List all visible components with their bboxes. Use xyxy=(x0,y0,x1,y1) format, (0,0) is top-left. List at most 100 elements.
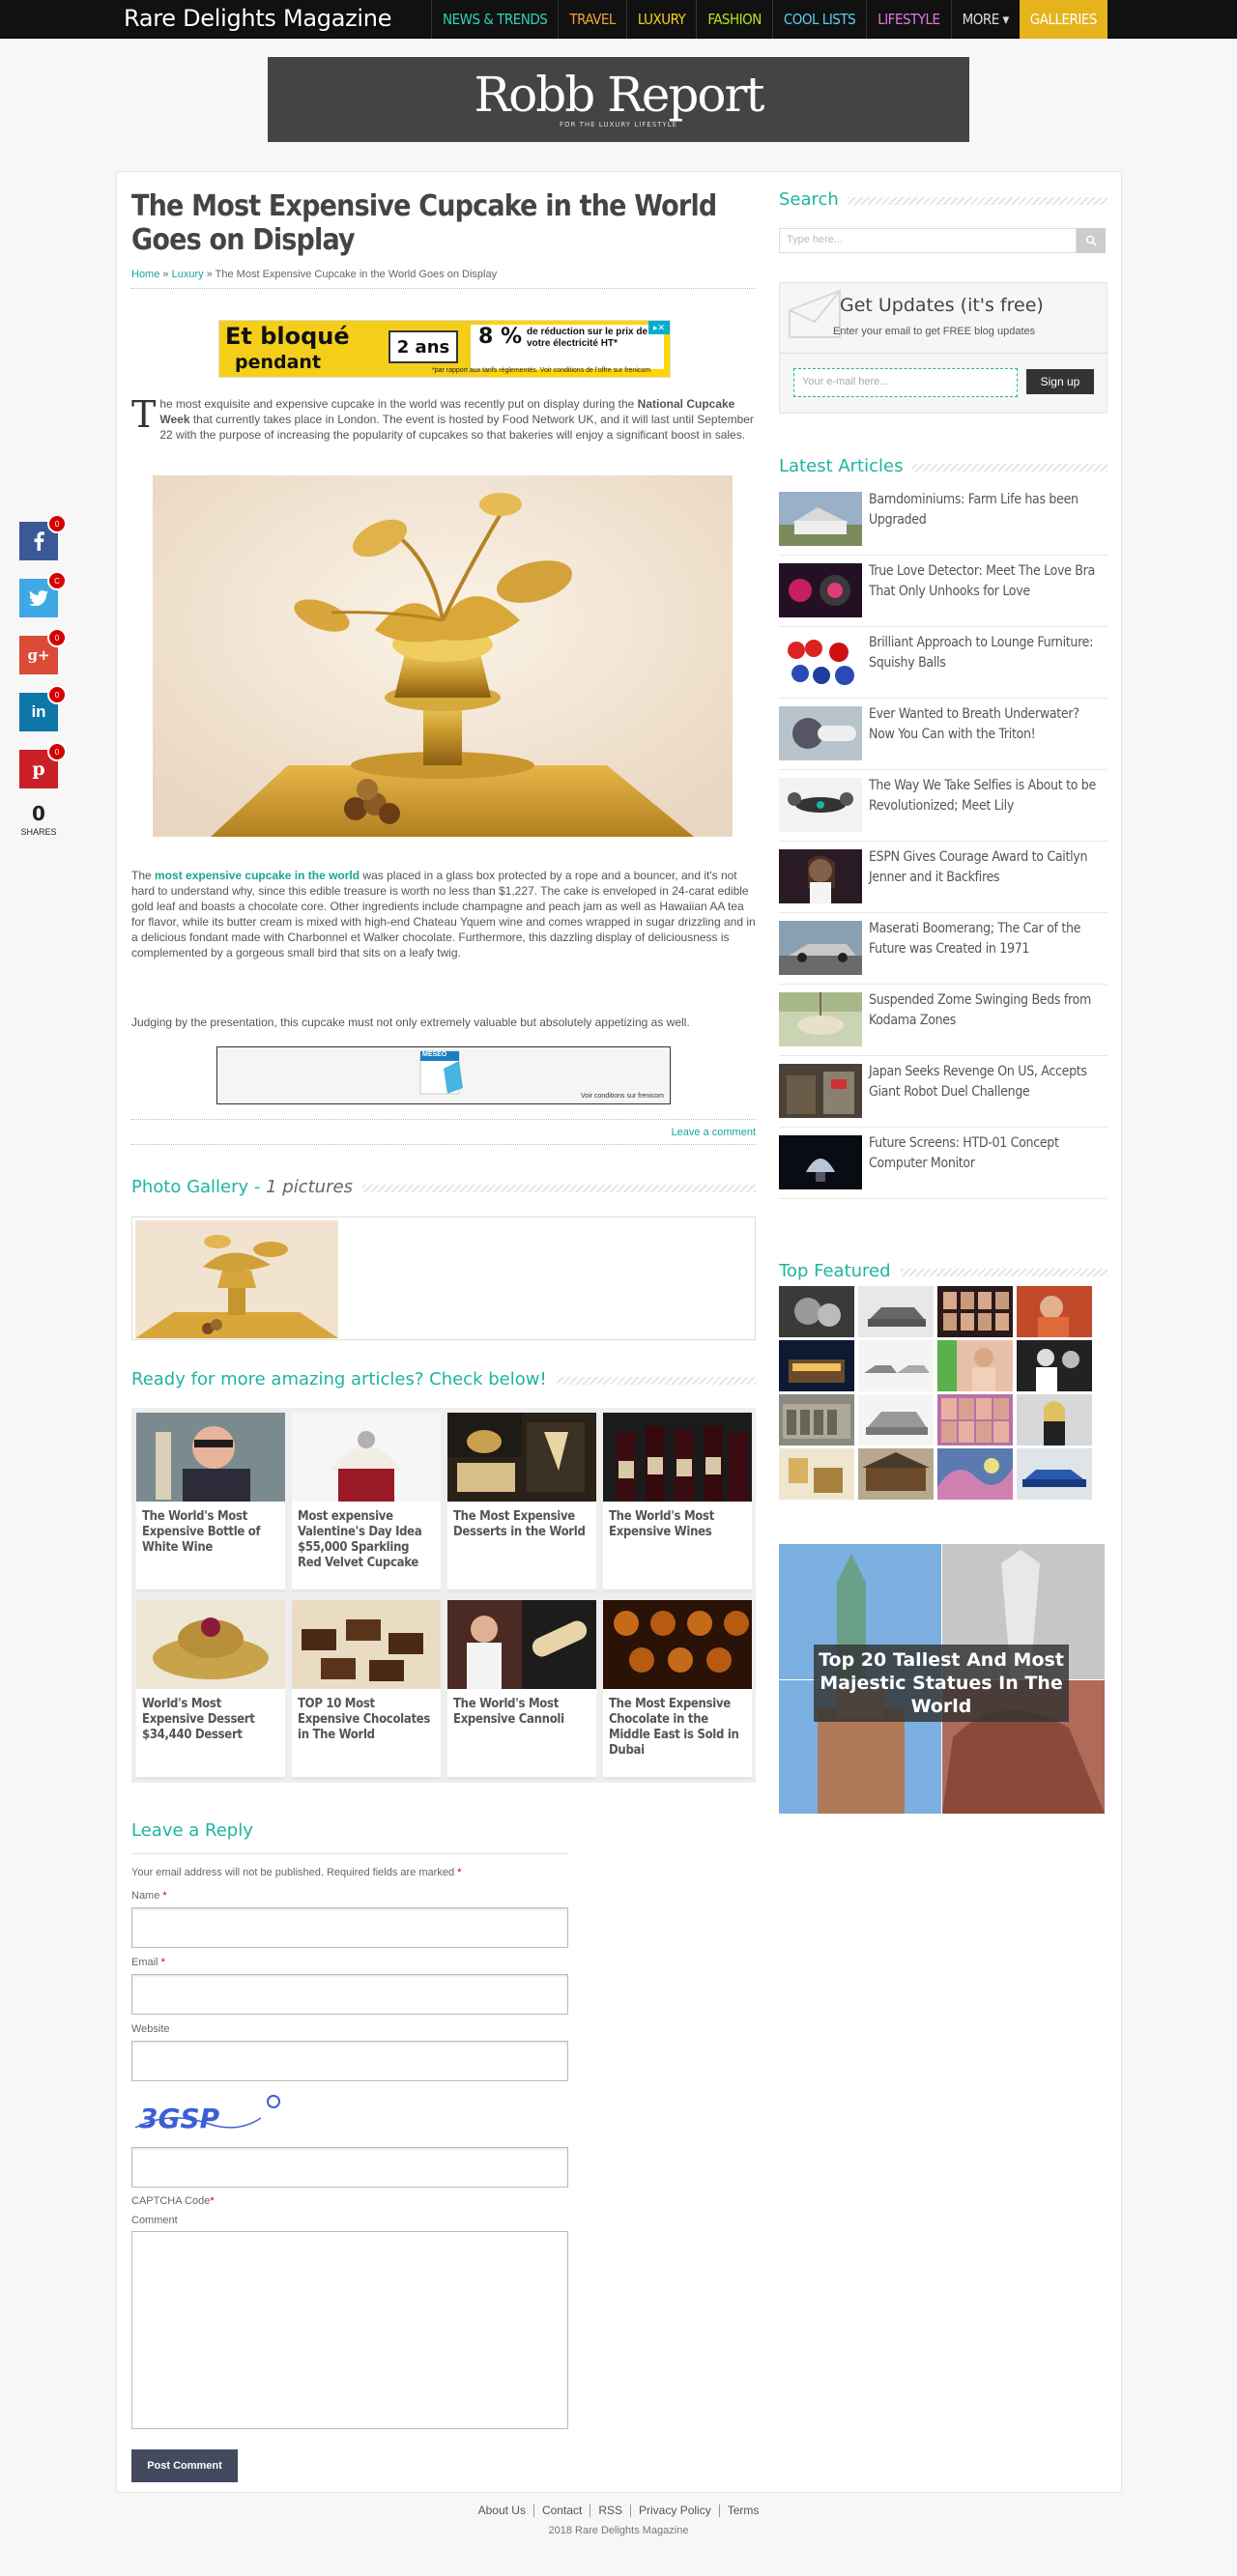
related-image-white-wine xyxy=(136,1413,285,1502)
featured-thumb[interactable] xyxy=(1017,1286,1092,1337)
footer-contact-link[interactable]: Contact xyxy=(534,2504,591,2517)
latest-article-item[interactable]: ESPN Gives Courage Award to Caitlyn Jenn… xyxy=(779,842,1108,913)
p2-text-a: The xyxy=(131,869,156,882)
latest-article-item[interactable]: The Way We Take Selfies is About to be R… xyxy=(779,770,1108,842)
comment-textarea[interactable] xyxy=(131,2231,568,2429)
related-articles-heading: Ready for more amazing articles? Check b… xyxy=(131,1369,756,1392)
envelope-icon xyxy=(789,289,841,338)
advertisement-top[interactable]: Et bloqué pendant 2 ans 8 % de réduction… xyxy=(218,320,671,378)
related-card[interactable]: The Most Expensive Chocolate in the Midd… xyxy=(603,1600,752,1780)
latest-article-title: Maserati Boomerang; The Car of the Futur… xyxy=(869,921,1081,957)
gallery-thumbnail[interactable] xyxy=(135,1220,338,1338)
article-intro: The most exquisite and expensive cupcake… xyxy=(131,396,756,443)
p2-text-b: was placed in a glass box protected by a… xyxy=(131,869,756,959)
email-field[interactable] xyxy=(131,1974,568,2015)
related-card[interactable]: TOP 10 Most Expensive Chocolates in The … xyxy=(292,1600,441,1780)
featured-thumb[interactable] xyxy=(937,1448,1013,1500)
name-field[interactable] xyxy=(131,1907,568,1948)
featured-thumb[interactable] xyxy=(858,1448,934,1500)
featured-thumb[interactable] xyxy=(858,1286,934,1337)
latest-article-title: Brilliant Approach to Lounge Furniture: … xyxy=(869,635,1094,671)
nav-item-fashion[interactable]: FASHION xyxy=(696,0,772,39)
latest-article-item[interactable]: Suspended Zome Swinging Beds from Kodama… xyxy=(779,985,1108,1056)
latest-article-item[interactable]: True Love Detector: Meet The Love Bra Th… xyxy=(779,556,1108,627)
footer-about-link[interactable]: About Us xyxy=(471,2504,534,2517)
footer-rss-link[interactable]: RSS xyxy=(590,2504,632,2517)
latest-article-title: The Way We Take Selfies is About to be R… xyxy=(869,778,1096,814)
featured-thumb[interactable] xyxy=(937,1286,1013,1337)
captcha-label-text: CAPTCHA Code xyxy=(131,2195,211,2207)
nav-item-luxury[interactable]: LUXURY xyxy=(625,0,696,39)
latest-article-item[interactable]: Future Screens: HTD-01 Concept Computer … xyxy=(779,1128,1108,1199)
featured-thumb[interactable] xyxy=(858,1340,934,1391)
captcha-field[interactable] xyxy=(131,2147,568,2188)
content-container: The Most Expensive Cupcake in the World … xyxy=(116,171,1122,2493)
sign-up-button[interactable]: Sign up xyxy=(1026,369,1094,394)
related-card[interactable]: The Most Expensive Desserts in the World xyxy=(447,1413,596,1592)
reply-note-text: Your email address will not be published… xyxy=(131,1867,458,1878)
latest-article-item[interactable]: Brilliant Approach to Lounge Furniture: … xyxy=(779,627,1108,699)
featured-thumb[interactable] xyxy=(858,1394,934,1445)
footer-copyright: 2018 Rare Delights Magazine xyxy=(548,2525,689,2536)
featured-thumb[interactable] xyxy=(779,1340,854,1391)
leave-comment-link[interactable]: Leave a comment xyxy=(672,1127,756,1138)
robb-report-banner[interactable]: Robb Report FOR THE LUXURY LIFESTYLE xyxy=(268,57,969,142)
breadcrumb-home-link[interactable]: Home xyxy=(131,269,159,280)
related-card[interactable]: The World's Most Expensive Cannoli xyxy=(447,1600,596,1780)
website-field[interactable] xyxy=(131,2041,568,2081)
featured-thumb[interactable] xyxy=(1017,1340,1092,1391)
featured-thumb[interactable] xyxy=(779,1394,854,1445)
post-comment-button[interactable]: Post Comment xyxy=(131,2449,238,2482)
site-logo[interactable]: Rare Delights Magazine xyxy=(124,5,391,32)
latest-article-title: Ever Wanted to Breath Underwater? Now Yo… xyxy=(869,706,1079,742)
featured-thumb[interactable] xyxy=(937,1394,1013,1445)
required-asterisk: * xyxy=(162,1890,167,1902)
related-card[interactable]: World's Most Expensive Dessert $34,440 D… xyxy=(136,1600,285,1780)
share-total-count: 0 xyxy=(32,802,45,825)
newsletter-email-input[interactable]: Your e-mail here... xyxy=(793,368,1018,397)
latest-article-item[interactable]: Barndominiums: Farm Life has been Upgrad… xyxy=(779,484,1108,556)
ad-mid-brand: MESEO xyxy=(422,1051,447,1058)
latest-article-title: Japan Seeks Revenge On US, Accepts Giant… xyxy=(869,1064,1087,1100)
footer-privacy-link[interactable]: Privacy Policy xyxy=(631,2504,720,2517)
related-title: The World's Most Expensive Cannoli xyxy=(453,1697,564,1727)
nav-item-travel[interactable]: TRAVEL xyxy=(558,0,626,39)
footer-terms-link[interactable]: Terms xyxy=(720,2504,767,2517)
latest-article-title: ESPN Gives Courage Award to Caitlyn Jenn… xyxy=(869,849,1088,885)
golden-cupcake-image[interactable] xyxy=(153,475,733,837)
statues-feature[interactable]: Top 20 Tallest And Most Majestic Statues… xyxy=(779,1544,1105,1814)
related-title: TOP 10 Most Expensive Chocolates in The … xyxy=(298,1697,431,1742)
related-image-desserts xyxy=(447,1413,596,1502)
latest-article-item[interactable]: Ever Wanted to Breath Underwater? Now Yo… xyxy=(779,699,1108,770)
latest-article-title: Barndominiums: Farm Life has been Upgrad… xyxy=(869,492,1079,528)
required-asterisk: * xyxy=(457,1867,462,1878)
latest-article-item[interactable]: Maserati Boomerang; The Car of the Futur… xyxy=(779,913,1108,985)
nav-item-news-trends[interactable]: NEWS & TRENDS xyxy=(431,0,558,39)
advertisement-middle[interactable]: MESEO Voir conditions sur frenicom xyxy=(216,1046,671,1104)
latest-thumb-htd-monitor xyxy=(779,1135,862,1189)
breadcrumb-category-link[interactable]: Luxury xyxy=(172,269,204,280)
nav-item-lifestyle[interactable]: LIFESTYLE xyxy=(866,0,950,39)
breadcrumb: Home » Luxury » The Most Expensive Cupca… xyxy=(131,269,756,289)
featured-thumb[interactable] xyxy=(779,1286,854,1337)
related-title: The World's Most Expensive Wines xyxy=(609,1509,714,1539)
featured-thumb[interactable] xyxy=(937,1340,1013,1391)
related-card[interactable]: The World's Most Expensive Wines xyxy=(603,1413,752,1592)
article-title: The Most Expensive Cupcake in the World … xyxy=(131,189,717,257)
article-paragraph-2: The most expensive cupcake in the world … xyxy=(131,868,756,960)
nav-item-galleries[interactable]: GALLERIES xyxy=(1019,0,1108,39)
search-button[interactable] xyxy=(1077,228,1106,253)
nav-item-more[interactable]: MORE ▾ xyxy=(950,0,1020,39)
featured-thumb[interactable] xyxy=(779,1448,854,1500)
featured-thumb[interactable] xyxy=(1017,1394,1092,1445)
ad-choices-icon[interactable]: ▸✕ xyxy=(648,321,670,334)
search-input[interactable]: Type here... xyxy=(779,228,1077,253)
nav-item-cool-lists[interactable]: COOL LISTS xyxy=(771,0,866,39)
ad-mid-fineprint: Voir conditions sur frenicom xyxy=(581,1093,664,1100)
related-card[interactable]: Most expensive Valentine's Day Idea $55,… xyxy=(292,1413,441,1592)
latest-article-item[interactable]: Japan Seeks Revenge On US, Accepts Giant… xyxy=(779,1056,1108,1128)
most-expensive-cupcake-link[interactable]: most expensive cupcake in the world xyxy=(155,869,360,882)
related-card[interactable]: The World's Most Expensive Bottle of Whi… xyxy=(136,1413,285,1592)
featured-thumb[interactable] xyxy=(1017,1448,1092,1500)
captcha-refresh-icon[interactable] xyxy=(267,2095,280,2108)
